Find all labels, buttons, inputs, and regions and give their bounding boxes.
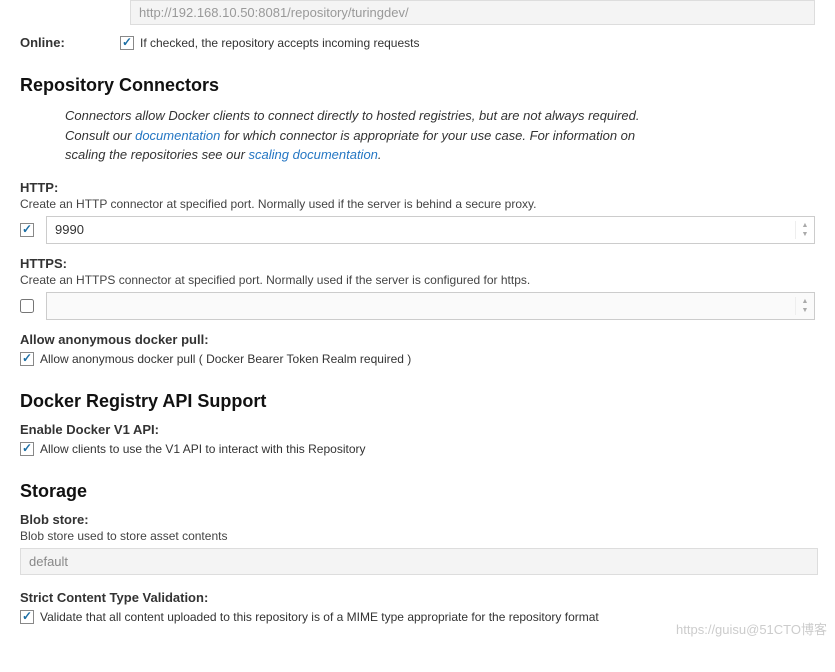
https-port-input[interactable]: ▲▼ — [46, 292, 815, 320]
strict-validation-text: Validate that all content uploaded to th… — [40, 610, 599, 624]
scaling-documentation-link[interactable]: scaling documentation — [249, 147, 378, 162]
strict-validation-label: Strict Content Type Validation: — [20, 590, 815, 605]
storage-heading: Storage — [20, 481, 815, 502]
http-port-stepper[interactable]: ▲▼ — [795, 221, 814, 239]
v1-api-checkbox[interactable] — [20, 442, 34, 456]
http-port-input[interactable]: 9990 ▲▼ — [46, 216, 815, 244]
anon-pull-text: Allow anonymous docker pull ( Docker Bea… — [40, 352, 411, 366]
api-heading: Docker Registry API Support — [20, 391, 815, 412]
repo-url-box: http://192.168.10.50:8081/repository/tur… — [130, 0, 815, 25]
http-help: Create an HTTP connector at specified po… — [20, 197, 815, 211]
online-checkbox[interactable] — [120, 36, 134, 50]
online-label: Online: — [20, 35, 120, 50]
anon-pull-checkbox[interactable] — [20, 352, 34, 366]
v1-api-text: Allow clients to use the V1 API to inter… — [40, 442, 366, 456]
https-help: Create an HTTPS connector at specified p… — [20, 273, 815, 287]
https-port-stepper[interactable]: ▲▼ — [795, 297, 814, 315]
blob-store-label: Blob store: — [20, 512, 815, 527]
online-help: If checked, the repository accepts incom… — [140, 36, 419, 50]
v1-api-label: Enable Docker V1 API: — [20, 422, 815, 437]
https-checkbox[interactable] — [20, 299, 34, 313]
https-label: HTTPS: — [20, 256, 815, 271]
http-checkbox[interactable] — [20, 223, 34, 237]
http-label: HTTP: — [20, 180, 815, 195]
anon-pull-label: Allow anonymous docker pull: — [20, 332, 815, 347]
connectors-description: Connectors allow Docker clients to conne… — [65, 106, 665, 165]
connectors-heading: Repository Connectors — [20, 75, 815, 96]
strict-validation-checkbox[interactable] — [20, 610, 34, 624]
blob-store-select[interactable]: default — [20, 548, 818, 575]
blob-store-help: Blob store used to store asset contents — [20, 529, 815, 543]
documentation-link[interactable]: documentation — [135, 128, 220, 143]
